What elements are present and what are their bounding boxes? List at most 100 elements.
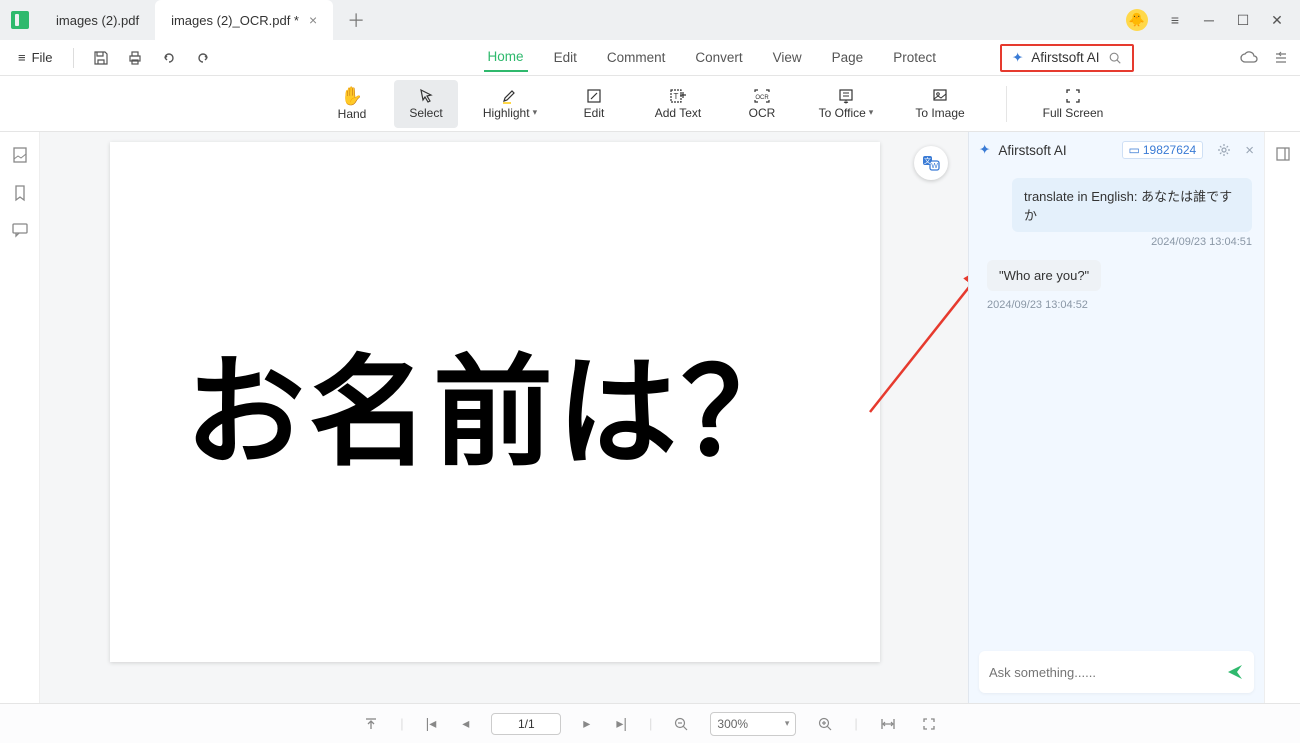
svg-text:文: 文 — [924, 156, 931, 165]
menu-comment[interactable]: Comment — [603, 44, 670, 71]
close-window-icon[interactable]: ✕ — [1270, 13, 1284, 27]
file-label: File — [32, 50, 53, 65]
ai-timestamp: 2024/09/23 13:04:52 — [987, 299, 1252, 311]
highlighter-icon — [501, 88, 519, 104]
file-menu[interactable]: ≡ File — [12, 46, 59, 69]
left-rail — [0, 132, 40, 703]
menu-bar: ≡ File Home Edit Comment Convert View Pa… — [0, 40, 1300, 76]
edit-icon — [586, 88, 602, 104]
home-toolbar: ✋ Hand Select Highlight▾ Edit T Add Text… — [0, 76, 1300, 132]
comments-icon[interactable] — [11, 222, 29, 238]
ai-panel-header: ✦ Afirstsoft AI ▭ 19827624 × — [969, 132, 1264, 168]
document-viewport[interactable]: お名前は？ 文W — [40, 132, 968, 703]
svg-text:OCR: OCR — [755, 95, 769, 101]
cursor-icon — [418, 88, 434, 104]
tool-to-image[interactable]: To Image — [898, 80, 982, 128]
collapse-panel-icon[interactable] — [1274, 51, 1288, 65]
translate-floating-button[interactable]: 文W — [914, 146, 948, 180]
page-input[interactable] — [491, 713, 561, 735]
to-image-icon — [931, 88, 949, 104]
tool-hand[interactable]: ✋ Hand — [320, 80, 384, 128]
close-icon[interactable]: × — [1245, 142, 1254, 159]
page: お名前は？ — [110, 142, 880, 662]
tab-images-2[interactable]: images (2).pdf — [40, 0, 155, 40]
tool-add-text[interactable]: T Add Text — [636, 80, 720, 128]
menu-home[interactable]: Home — [484, 43, 528, 72]
zoom-select[interactable]: 300% ▾ — [710, 712, 796, 736]
ai-panel: ✦ Afirstsoft AI ▭ 19827624 × translate i… — [968, 132, 1264, 703]
menu-convert[interactable]: Convert — [691, 44, 746, 71]
print-icon[interactable] — [122, 45, 148, 71]
fullscreen-icon — [1064, 88, 1082, 104]
tool-to-office[interactable]: To Office▾ — [804, 80, 888, 128]
undo-icon[interactable] — [156, 45, 182, 71]
close-icon[interactable]: × — [309, 12, 317, 28]
right-utility-icons — [1240, 51, 1288, 65]
fit-width-icon[interactable] — [876, 715, 900, 733]
zoom-out-icon[interactable] — [670, 715, 692, 733]
last-page-icon[interactable]: ▸| — [612, 713, 631, 734]
document-text: お名前は？ — [185, 315, 805, 489]
title-bar: images (2).pdf images (2)_OCR.pdf * × ＋ … — [0, 0, 1300, 40]
ocr-icon: OCR — [753, 88, 771, 104]
hamburger-icon: ≡ — [18, 50, 26, 65]
first-page-icon[interactable]: |◂ — [422, 713, 441, 734]
cloud-icon[interactable] — [1240, 51, 1258, 65]
tool-highlight[interactable]: Highlight▾ — [468, 80, 552, 128]
menu-view[interactable]: View — [769, 44, 806, 71]
redo-icon[interactable] — [190, 45, 216, 71]
menu-tabs: Home Edit Comment Convert View Page Prot… — [484, 43, 940, 72]
ai-input-container — [979, 651, 1254, 693]
ai-input-row — [969, 641, 1264, 703]
to-office-icon — [837, 88, 855, 104]
ai-panel-title: Afirstsoft AI — [998, 143, 1066, 158]
svg-text:T: T — [674, 92, 679, 101]
send-icon[interactable] — [1226, 663, 1244, 681]
thumbnails-icon[interactable] — [11, 146, 29, 164]
afirstsoft-ai-button[interactable]: ✦ Afirstsoft AI — [1000, 44, 1134, 72]
sparkle-icon: ✦ — [1012, 50, 1023, 66]
hamburger-icon[interactable]: ≡ — [1168, 13, 1182, 27]
fit-page-icon[interactable] — [918, 715, 940, 733]
token-icon: ▭ — [1129, 143, 1140, 157]
avatar[interactable]: 🐥 — [1126, 9, 1148, 31]
gear-icon[interactable] — [1217, 143, 1231, 157]
main-area: お名前は？ 文W ✦ Afirstsoft AI ▭ 19827624 — [0, 132, 1300, 703]
menu-page[interactable]: Page — [828, 44, 868, 71]
user-timestamp: 2024/09/23 13:04:51 — [1151, 236, 1252, 248]
sparkle-icon: ✦ — [979, 142, 990, 158]
bookmark-icon[interactable] — [12, 184, 28, 202]
ai-message: "Who are you?" — [987, 260, 1101, 291]
prev-page-icon[interactable]: ◂ — [458, 713, 473, 734]
divider — [73, 48, 74, 68]
add-text-icon: T — [669, 88, 687, 104]
ai-chat-body: translate in English: あなたは誰ですか 2024/09/2… — [969, 168, 1264, 641]
tool-ocr[interactable]: OCR OCR — [730, 80, 794, 128]
svg-text:W: W — [931, 163, 938, 170]
status-bar: | |◂ ◂ ▸ ▸| | 300% ▾ | — [0, 703, 1300, 743]
scroll-top-icon[interactable] — [360, 715, 382, 733]
menu-protect[interactable]: Protect — [889, 44, 940, 71]
next-page-icon[interactable]: ▸ — [579, 713, 594, 734]
token-badge[interactable]: ▭ 19827624 — [1122, 141, 1204, 159]
tool-edit[interactable]: Edit — [562, 80, 626, 128]
save-icon[interactable] — [88, 45, 114, 71]
app-logo — [0, 0, 40, 40]
tab-label: images (2)_OCR.pdf * — [171, 13, 299, 28]
chevron-down-icon: ▾ — [869, 107, 874, 118]
ai-input[interactable] — [989, 665, 1218, 680]
maximize-icon[interactable]: ☐ — [1236, 13, 1250, 27]
chevron-down-icon: ▾ — [533, 107, 538, 118]
panel-toggle-icon[interactable] — [1275, 146, 1291, 162]
tool-select[interactable]: Select — [394, 80, 458, 128]
right-rail — [1264, 132, 1300, 703]
tool-full-screen[interactable]: Full Screen — [1031, 80, 1115, 128]
zoom-in-icon[interactable] — [814, 715, 836, 733]
search-icon[interactable] — [1108, 51, 1122, 65]
tab-images-2-ocr[interactable]: images (2)_OCR.pdf * × — [155, 0, 333, 40]
window-controls: 🐥 ≡ ─ ☐ ✕ — [1126, 0, 1300, 40]
minimize-icon[interactable]: ─ — [1202, 13, 1216, 27]
chevron-down-icon: ▾ — [785, 718, 790, 729]
add-tab-button[interactable]: ＋ — [333, 0, 379, 40]
menu-edit[interactable]: Edit — [550, 44, 581, 71]
